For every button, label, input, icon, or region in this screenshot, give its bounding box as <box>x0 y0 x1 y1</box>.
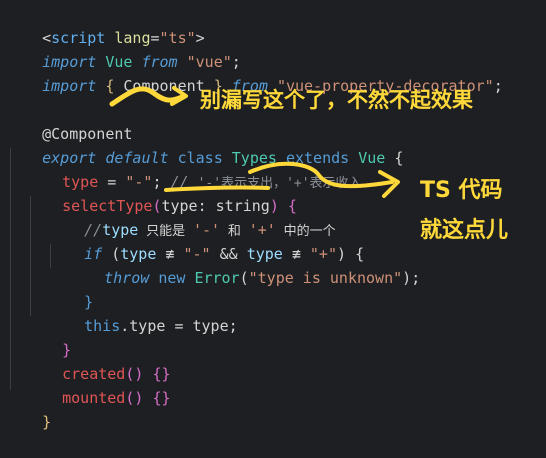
code-line-8: selectType(type: string) { <box>26 170 297 215</box>
code-line-16: mounted() {} <box>26 362 170 407</box>
token: this <box>84 317 121 335</box>
token: Vue <box>358 149 386 167</box>
code-line-12: } <box>48 266 93 311</box>
token: } <box>42 413 52 431</box>
token: new <box>158 269 186 287</box>
code-editor[interactable]: <script lang="ts"> import Vue from "vue"… <box>0 0 546 431</box>
code-line-15: created() {} <box>26 338 170 383</box>
annotation-note-component: 别漏写这个了，不然不起效果 <box>200 88 473 112</box>
code-line-17: } <box>6 386 51 431</box>
token: Component <box>123 77 205 95</box>
token: ; <box>411 269 421 287</box>
annotation-note-ts-line2: 就这点儿 <box>420 218 509 243</box>
token: type <box>192 317 229 335</box>
arrow-head-note2 <box>378 170 400 198</box>
code-line-10: if (type ≢ "-" && type ≢ "+") { <box>48 218 364 263</box>
code-line-14: } <box>26 314 71 359</box>
annotation-note-ts-line1: TS 代码 <box>420 178 503 203</box>
code-line-7: type = "-"; // '-'表示支出，'+'表示收入 <box>26 146 361 191</box>
token: ; <box>228 317 238 335</box>
code-line-5: @Component <box>6 98 132 143</box>
token: type <box>129 317 166 335</box>
token: {} <box>152 389 171 407</box>
token: mounted <box>62 389 126 407</box>
token: { <box>394 149 404 167</box>
code-line-13: this.type = type; <box>48 290 238 335</box>
code-line-11: throw new Error("type is unknown"); <box>68 242 420 287</box>
token: ; <box>493 77 503 95</box>
token: ( <box>239 269 249 287</box>
token: "type is unknown" <box>248 269 403 287</box>
token: Error <box>194 269 240 287</box>
code-line-2: import Vue from "vue"; <box>6 26 241 71</box>
token: import <box>42 77 97 95</box>
code-line-1: <script lang="ts"> <box>6 2 205 47</box>
token: ) <box>402 269 412 287</box>
code-line-6: export default class Types extends Vue { <box>6 122 403 167</box>
token: () <box>125 389 144 407</box>
token: throw <box>104 269 150 287</box>
token: . <box>120 317 130 335</box>
code-line-3: import { Component } from "vue-property-… <box>6 50 503 95</box>
code-line-9: //type 只能是 '-' 和 '+' 中的一个 <box>48 194 336 239</box>
